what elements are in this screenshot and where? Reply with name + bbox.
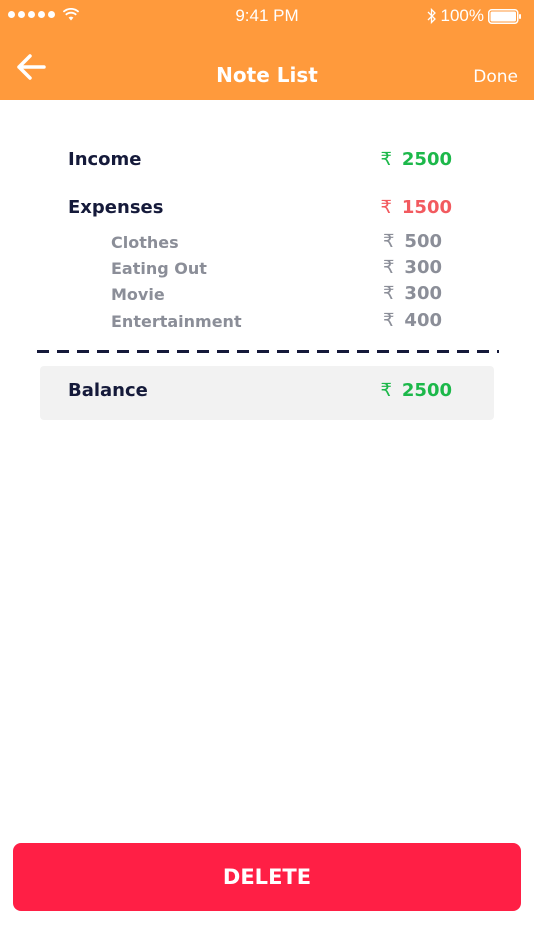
expense-item-amount: ₹500 — [383, 231, 442, 252]
dashed-divider — [37, 350, 499, 353]
rupee-icon: ₹ — [382, 283, 395, 304]
delete-button[interactable]: DELETE — [13, 843, 521, 911]
expenses-label: Expenses — [68, 197, 164, 218]
status-right: 100% — [427, 6, 522, 26]
expenses-row: Expenses ₹1500 — [68, 197, 452, 223]
rupee-icon: ₹ — [380, 197, 392, 218]
expense-item-value: 400 — [404, 310, 442, 331]
rupee-icon: ₹ — [382, 257, 395, 278]
bluetooth-icon — [427, 8, 436, 24]
expense-item-value: 500 — [404, 231, 442, 252]
income-label: Income — [68, 149, 142, 170]
expense-item-value: 300 — [404, 283, 442, 304]
expenses-value: 1500 — [401, 197, 452, 218]
balance-row: Balance ₹2500 — [68, 380, 452, 406]
expense-item: Clothes ₹500 — [111, 231, 442, 257]
battery-percentage: 100% — [440, 6, 484, 25]
balance-amount: ₹2500 — [380, 380, 452, 401]
rupee-icon: ₹ — [380, 149, 392, 170]
delete-button-label: DELETE — [222, 865, 312, 889]
income-row: Income ₹2500 — [68, 149, 452, 175]
balance-label: Balance — [68, 380, 148, 401]
expense-item-label: Clothes — [111, 233, 179, 252]
expense-item-amount: ₹300 — [383, 257, 442, 278]
nav-bar: Note List Done — [0, 32, 534, 100]
balance-value: 2500 — [401, 380, 452, 401]
income-amount: ₹2500 — [380, 149, 452, 170]
status-bar: 9:41 PM 100% — [0, 0, 534, 32]
expense-item-amount: ₹400 — [383, 310, 442, 331]
rupee-icon: ₹ — [382, 310, 395, 331]
expense-item: Eating Out ₹300 — [111, 257, 442, 283]
rupee-icon: ₹ — [380, 380, 392, 401]
done-button[interactable]: Done — [473, 67, 518, 87]
battery-icon — [488, 8, 521, 24]
expenses-amount: ₹1500 — [380, 197, 452, 218]
expense-item-label: Entertainment — [111, 312, 242, 331]
expense-item-label: Eating Out — [111, 259, 207, 278]
page-title: Note List — [216, 63, 318, 87]
expense-item: Entertainment ₹400 — [111, 310, 442, 336]
income-value: 2500 — [401, 149, 452, 170]
expense-item-label: Movie — [111, 285, 165, 304]
expense-item-value: 300 — [404, 257, 442, 278]
rupee-icon: ₹ — [382, 231, 395, 252]
expense-item-amount: ₹300 — [383, 283, 442, 304]
expense-item: Movie ₹300 — [111, 283, 442, 309]
